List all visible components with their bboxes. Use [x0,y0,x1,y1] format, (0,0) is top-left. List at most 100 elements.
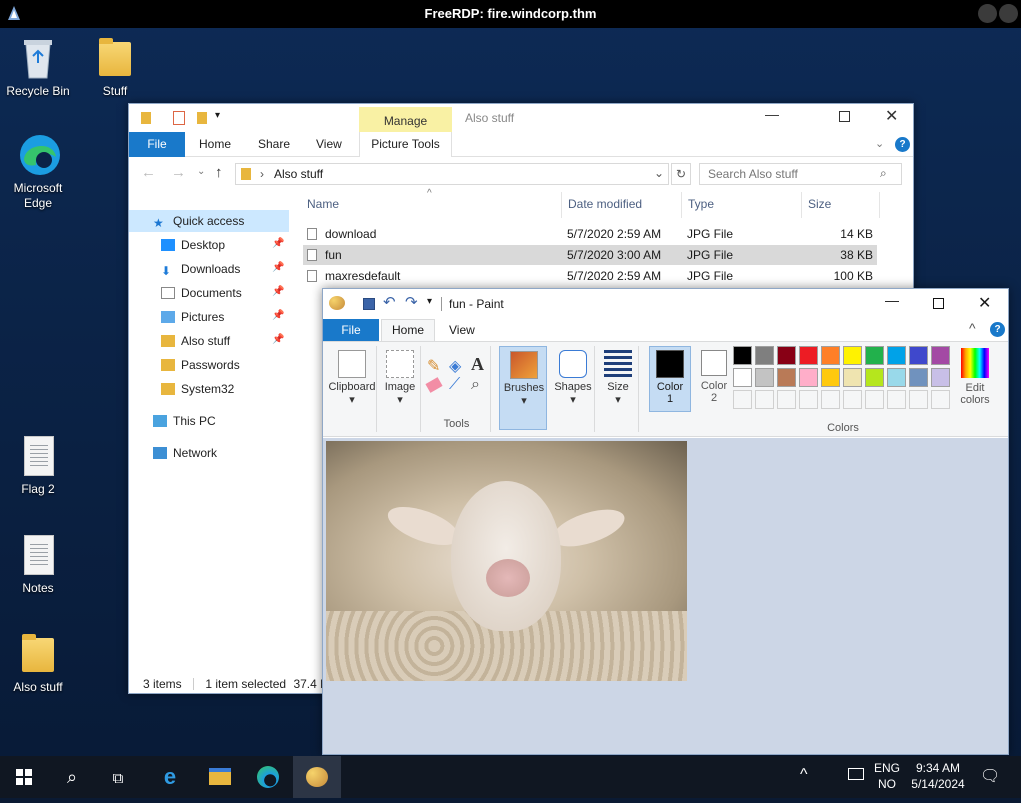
taskbar-ie[interactable]: e [146,756,194,798]
task-view-button[interactable]: ⧉ [94,756,142,798]
custom-color-slot[interactable] [777,390,796,409]
tab-file[interactable]: File [129,132,185,157]
sheep-image[interactable] [326,441,687,681]
chevron-up-icon[interactable]: ⌄ [875,137,884,150]
palette-swatch[interactable] [909,368,928,387]
undo-icon[interactable]: ↶ [383,293,396,311]
column-size[interactable]: Size [808,197,831,211]
magnifier-icon[interactable]: ⌕ [471,376,480,394]
desktop-icon-edge[interactable]: Microsoft Edge [0,133,76,211]
taskbar-file-explorer[interactable] [196,756,244,798]
refresh-icon[interactable]: ↻ [671,163,691,185]
custom-color-slot[interactable] [909,390,928,409]
clock-button[interactable]: 9:34 AM 5/14/2024 [906,760,970,792]
palette-swatch[interactable] [887,346,906,365]
redo-icon[interactable]: ↷ [405,293,418,311]
desktop-icon-also-stuff[interactable]: Also stuff [0,632,76,695]
palette-swatch[interactable] [909,346,928,365]
help-icon[interactable]: ? [895,137,910,152]
network-tray-button[interactable] [846,768,866,784]
custom-color-slot[interactable] [843,390,862,409]
nav-item-pictures[interactable]: Pictures [161,306,224,328]
maximize-icon[interactable] [839,111,850,122]
search-icon[interactable]: ⌕ [880,166,887,181]
nav-this-pc[interactable]: This PC [153,410,216,432]
edit-colors-button[interactable]: Edit colors [955,346,995,416]
shapes-button[interactable]: Shapes ▾ [551,346,595,432]
palette-swatch[interactable] [865,346,884,365]
custom-color-slot[interactable] [865,390,884,409]
color-2-button[interactable]: Color 2 [693,346,735,412]
properties-icon[interactable] [173,111,185,125]
minimize-button[interactable] [978,4,997,23]
palette-swatch[interactable] [821,346,840,365]
tab-view[interactable]: View [449,323,475,337]
file-row-selected[interactable]: fun 5/7/2020 3:00 AM JPG File 38 KB [303,245,877,265]
text-icon[interactable]: A [471,354,484,375]
palette-swatch[interactable] [755,346,774,365]
input-language-button[interactable]: ENG NO [872,760,902,792]
nav-item-passwords[interactable]: Passwords [161,354,240,376]
recent-dropdown-icon[interactable]: ⌄ [197,166,205,177]
palette-swatch[interactable] [733,368,752,387]
palette-swatch[interactable] [843,368,862,387]
color-1-button[interactable]: Color 1 [649,346,691,412]
tab-file[interactable]: File [323,319,379,341]
start-button[interactable] [0,756,48,798]
color-picker-icon[interactable]: ⟋ [449,376,460,394]
size-button[interactable]: Size ▾ [597,346,639,432]
pin-icon[interactable]: 📌 [272,238,284,249]
nav-item-downloads[interactable]: ⬇ Downloads [161,258,240,280]
tab-home[interactable]: Home [199,132,231,157]
pencil-icon[interactable]: ✎ [427,356,440,376]
paint-canvas-area[interactable] [323,438,1008,754]
custom-color-slot[interactable] [887,390,906,409]
file-row[interactable]: download 5/7/2020 2:59 AM JPG File 14 KB [303,224,877,244]
palette-swatch[interactable] [865,368,884,387]
pin-icon[interactable]: 📌 [272,262,284,273]
palette-swatch[interactable] [821,368,840,387]
brushes-button[interactable]: Brushes ▾ [499,346,547,430]
palette-swatch[interactable] [931,346,950,365]
palette-swatch[interactable] [843,346,862,365]
up-arrow-icon[interactable]: ↑ [215,164,223,181]
search-button[interactable]: ⌕ [48,756,96,798]
palette-swatch[interactable] [799,346,818,365]
tab-picture-tools[interactable]: Picture Tools [359,132,452,157]
manage-context-tab[interactable]: Manage Picture Tools [359,107,452,157]
address-bar[interactable]: › Also stuff ⌄ [235,163,669,185]
close-icon[interactable]: ✕ [885,106,898,126]
tab-share[interactable]: Share [258,132,290,157]
maximize-icon[interactable] [933,298,944,309]
collapse-ribbon-icon[interactable]: ^ [969,320,976,336]
close-icon[interactable]: ✕ [978,293,991,313]
nav-quick-access[interactable]: ★ Quick access [129,210,289,232]
desktop-icon-notes[interactable]: Notes [0,533,76,596]
pin-icon[interactable]: 📌 [272,334,284,345]
eraser-icon[interactable] [425,377,443,393]
breadcrumb-current[interactable]: Also stuff [274,167,323,181]
palette-swatch[interactable] [799,368,818,387]
nav-item-system32[interactable]: System32 [161,378,234,400]
forward-arrow-icon[interactable]: → [171,164,186,181]
column-type[interactable]: Type [688,197,714,211]
taskbar-edge[interactable] [244,756,292,798]
show-hidden-icons-button[interactable]: ^ [800,766,808,784]
clipboard-button[interactable]: Clipboard ▾ [328,346,376,406]
save-icon[interactable] [363,298,375,310]
taskbar-paint[interactable] [293,756,341,798]
desktop-icon-flag-2[interactable]: Flag 2 [0,434,76,497]
tab-home[interactable]: Home [381,319,435,341]
minimize-icon[interactable]: — [885,292,899,308]
image-group[interactable]: Image ▾ [379,346,421,432]
palette-swatch[interactable] [931,368,950,387]
nav-item-also-stuff[interactable]: Also stuff [161,330,230,352]
nav-item-documents[interactable]: Documents [161,282,242,304]
desktop-icon-recycle-bin[interactable]: Recycle Bin [0,36,76,99]
search-input[interactable]: Search Also stuff [699,163,902,185]
clipboard-group[interactable]: Clipboard ▾ [327,346,377,432]
tab-view[interactable]: View [316,132,342,157]
fill-icon[interactable]: ◈ [449,356,461,376]
help-icon[interactable]: ? [990,322,1005,337]
custom-color-slot[interactable] [931,390,950,409]
